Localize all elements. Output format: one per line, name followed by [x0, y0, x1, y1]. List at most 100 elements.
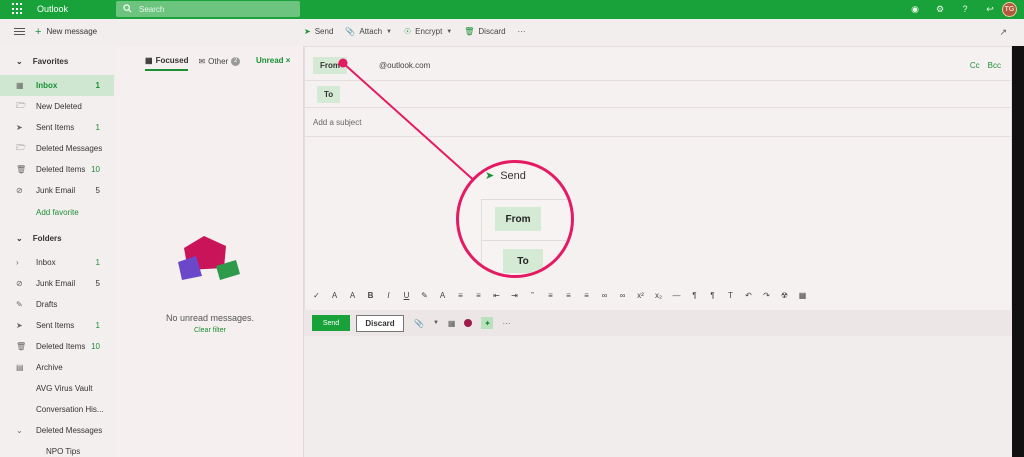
- skype-icon[interactable]: ◉: [909, 3, 921, 15]
- app-launcher-icon[interactable]: [12, 3, 24, 15]
- settings-icon[interactable]: ⚙: [934, 3, 946, 15]
- increase-indent-icon[interactable]: ⇥: [510, 291, 519, 300]
- from-button[interactable]: From: [313, 57, 347, 74]
- unlink-icon[interactable]: ∞: [618, 291, 627, 300]
- attach-command[interactable]: 📎 Attach ▼: [345, 27, 392, 36]
- zoom-divider: [481, 240, 571, 241]
- shield-icon: ☉: [404, 27, 412, 36]
- italic-icon[interactable]: I: [384, 291, 393, 300]
- close-icon[interactable]: ×: [286, 56, 291, 65]
- unread-count: 10: [91, 342, 100, 351]
- send-icon: ➤: [16, 123, 23, 132]
- popout-icon[interactable]: ↗: [999, 27, 1007, 38]
- nav-label: Junk Email: [36, 279, 76, 288]
- folder-item-conversation-history[interactable]: Conversation His...: [0, 399, 114, 420]
- align-center-icon[interactable]: ≡: [564, 291, 573, 300]
- align-icon[interactable]: ≡: [456, 291, 465, 300]
- folder-item-drafts[interactable]: ✎ Drafts: [0, 294, 114, 315]
- zoom-send: ➤ Send: [485, 169, 526, 183]
- redo-icon[interactable]: ↷: [762, 291, 771, 300]
- folder-item-junk-email[interactable]: ⊘ Junk Email 5: [0, 273, 114, 294]
- formatting-toolbar: ✓ A A B I U ✎ A ≡ ≡ ⇤ ⇥ ” ≡ ≡ ≡ ∞ ∞ x² x…: [312, 291, 807, 300]
- add-favorite-link[interactable]: Add favorite: [36, 208, 79, 217]
- quote-icon[interactable]: ”: [528, 291, 537, 300]
- emoji-icon[interactable]: [464, 319, 473, 327]
- unread-filter[interactable]: Unread ×: [256, 56, 290, 65]
- pencil-icon: ✎: [16, 300, 23, 309]
- bullets-icon[interactable]: ≡: [474, 291, 483, 300]
- font-color-icon[interactable]: A: [438, 291, 447, 300]
- discard-button[interactable]: Discard: [356, 315, 404, 332]
- underline-icon[interactable]: U: [402, 291, 411, 300]
- subscript-icon[interactable]: x₂: [654, 291, 663, 300]
- bcc-button[interactable]: Bcc: [988, 61, 1001, 70]
- favorite-item-sent-items[interactable]: ➤ Sent Items 1: [0, 117, 114, 138]
- align-left-icon[interactable]: ≡: [546, 291, 555, 300]
- feedback-icon[interactable]: ↩: [984, 3, 996, 15]
- format-painter-icon[interactable]: ✓: [312, 291, 321, 300]
- encrypt-command[interactable]: ☉ Encrypt ▼: [404, 27, 452, 36]
- help-icon[interactable]: ?: [959, 3, 971, 15]
- folder-item-sent-items[interactable]: ➤ Sent Items 1: [0, 315, 114, 336]
- strikethrough-icon[interactable]: —: [672, 291, 681, 300]
- new-message-button[interactable]: + New message: [35, 26, 97, 37]
- avatar[interactable]: TG: [1002, 2, 1017, 17]
- folder-item-archive[interactable]: ▤ Archive: [0, 357, 114, 378]
- favorite-item-junk-email[interactable]: ⊘ Junk Email 5: [0, 180, 114, 201]
- chevron-down-icon[interactable]: ▼: [433, 320, 439, 326]
- tab-focused[interactable]: ▦ Focused: [145, 56, 189, 71]
- discard-command[interactable]: 🗑 Discard: [464, 27, 505, 36]
- paperclip-icon[interactable]: 📎: [414, 319, 424, 328]
- highlight-icon[interactable]: ✎: [420, 291, 429, 300]
- more-command[interactable]: ···: [518, 27, 526, 36]
- trash-icon: 🗑: [464, 27, 475, 36]
- favorite-item-new-deleted[interactable]: 🗁 New Deleted: [0, 96, 114, 117]
- unread-count: 10: [91, 165, 100, 174]
- chevron-down-icon: ⌄: [16, 57, 23, 66]
- clear-filter-link[interactable]: Clear filter: [116, 327, 304, 334]
- align-right-icon[interactable]: ≡: [582, 291, 591, 300]
- clear-format-icon[interactable]: T: [726, 291, 735, 300]
- table-icon[interactable]: ▦: [798, 291, 807, 300]
- grow-font-icon[interactable]: A: [348, 291, 357, 300]
- styles-icon[interactable]: ☢: [780, 291, 789, 300]
- tab-other[interactable]: ✉ Other 2: [198, 57, 241, 70]
- subject-input[interactable]: Add a subject: [313, 118, 361, 127]
- favorite-item-inbox[interactable]: ▦ Inbox 1: [0, 75, 114, 96]
- menu-icon[interactable]: [14, 28, 25, 36]
- rtl-icon[interactable]: ¶: [690, 291, 699, 300]
- favorites-header[interactable]: ⌄ Favorites: [16, 57, 68, 66]
- ltr-icon[interactable]: ¶: [708, 291, 717, 300]
- folders-header[interactable]: ⌄ Folders: [16, 234, 62, 243]
- nav-label: Deleted Messages: [36, 426, 103, 435]
- folder-item-deleted-items[interactable]: 🗑 Deleted Items 10: [0, 336, 114, 357]
- undo-icon[interactable]: ↶: [744, 291, 753, 300]
- image-icon[interactable]: ▦: [448, 319, 456, 328]
- search-box[interactable]: Search: [116, 1, 300, 17]
- folder-item-deleted-messages[interactable]: ⌄ Deleted Messages: [0, 420, 114, 441]
- attach-command-label: Attach: [359, 27, 383, 36]
- folder-item-avg-virus-vault[interactable]: AVG Virus Vault: [0, 378, 114, 399]
- to-button[interactable]: To: [317, 86, 341, 103]
- more-icon[interactable]: ···: [502, 319, 510, 328]
- link-icon[interactable]: ∞: [600, 291, 609, 300]
- folder-item-inbox[interactable]: › Inbox 1: [0, 252, 114, 273]
- app-title[interactable]: Outlook: [37, 4, 68, 14]
- sticker-icon[interactable]: ✦: [481, 317, 494, 329]
- trash-icon: 🗑: [16, 342, 27, 351]
- superscript-icon[interactable]: x²: [636, 291, 645, 300]
- send-button[interactable]: Send: [312, 315, 350, 331]
- send-command[interactable]: ➤ Send: [304, 27, 333, 36]
- favorite-item-deleted-items[interactable]: 🗑 Deleted Items 10: [0, 159, 114, 180]
- nav-label: Junk Email: [36, 186, 76, 195]
- bold-icon[interactable]: B: [366, 291, 375, 300]
- folder-icon: 🗁: [16, 142, 26, 152]
- font-size-icon[interactable]: A: [330, 291, 339, 300]
- cc-button[interactable]: Cc: [970, 61, 980, 70]
- decrease-indent-icon[interactable]: ⇤: [492, 291, 501, 300]
- folder-item-npo-tips[interactable]: NPO Tips: [0, 441, 114, 457]
- nav-label: Deleted Items: [36, 165, 86, 174]
- favorite-item-deleted-messages[interactable]: 🗁 Deleted Messages: [0, 138, 114, 159]
- nav-label: Inbox: [36, 258, 56, 267]
- search-input[interactable]: Search: [139, 5, 164, 14]
